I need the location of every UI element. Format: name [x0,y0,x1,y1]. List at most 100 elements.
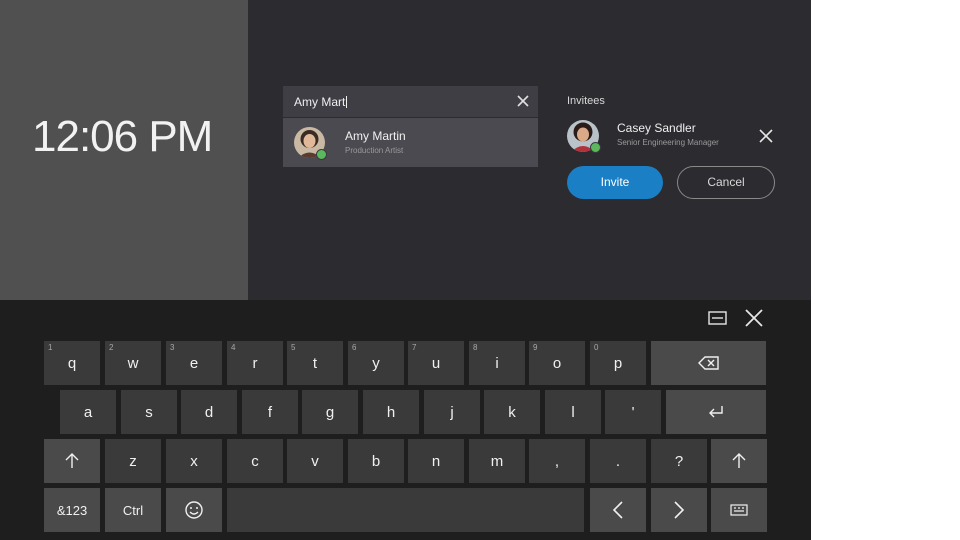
key-label: &123 [56,502,88,518]
arrow-left-icon [612,500,624,520]
result-title: Production Artist [345,146,404,155]
key-label: w [127,354,139,372]
key-label: v [311,452,319,470]
key-question[interactable]: ? [651,439,707,483]
key-hint: 4 [231,343,236,352]
dock-keyboard-icon[interactable] [706,308,730,328]
key-label: q [67,354,77,372]
shift-key-left[interactable] [44,439,100,483]
key-hint: 9 [533,343,538,352]
key-label: t [312,354,318,372]
numbers-key[interactable]: &123 [44,488,100,532]
cancel-button[interactable]: Cancel [677,166,775,199]
key-y[interactable]: 6y [348,341,404,385]
result-name: Amy Martin [345,129,406,143]
key-label: ' [631,403,635,421]
key-apostrophe[interactable]: ' [605,390,661,434]
key-o[interactable]: 9o [529,341,585,385]
arrow-right-icon [673,500,685,520]
key-j[interactable]: j [424,390,480,434]
key-hint: 8 [473,343,478,352]
search-query[interactable]: Amy Mart [294,95,348,109]
key-hint: 0 [594,343,599,352]
key-r[interactable]: 4r [227,341,283,385]
key-label: o [552,354,562,372]
key-label: m [490,452,504,470]
key-f[interactable]: f [242,390,298,434]
arrow-right-key[interactable] [651,488,707,532]
close-keyboard-icon[interactable] [743,307,765,329]
key-u[interactable]: 7u [408,341,464,385]
search-result-item[interactable]: Amy Martin Production Artist [283,118,538,167]
key-h[interactable]: h [363,390,419,434]
key-z[interactable]: z [105,439,161,483]
key-b[interactable]: b [348,439,404,483]
key-q[interactable]: 1q [44,341,100,385]
key-label: , [554,452,560,470]
invitees-heading: Invitees [567,95,605,107]
backspace-key[interactable] [651,341,766,385]
shift-icon [65,453,79,469]
key-p[interactable]: 0p [590,341,646,385]
key-d[interactable]: d [181,390,237,434]
key-v[interactable]: v [287,439,343,483]
key-c[interactable]: c [227,439,283,483]
key-hint: 6 [352,343,357,352]
remove-invitee-close-icon[interactable] [757,127,775,145]
key-label: j [450,403,454,421]
clock-time: 12:06 PM [32,112,213,161]
key-label: b [371,452,381,470]
clear-icon[interactable] [514,92,532,110]
key-g[interactable]: g [302,390,358,434]
arrow-left-key[interactable] [590,488,646,532]
invite-button[interactable]: Invite [567,166,663,199]
ctrl-key[interactable]: Ctrl [105,488,161,532]
key-w[interactable]: 2w [105,341,161,385]
key-label: e [189,354,199,372]
enter-key[interactable] [666,390,766,434]
key-k[interactable]: k [484,390,540,434]
key-l[interactable]: l [545,390,601,434]
meeting-room-screen: 12:06 PM Amy Mart Amy Martin Production … [0,0,811,540]
key-hint: 2 [109,343,114,352]
key-comma[interactable]: , [529,439,585,483]
key-label: c [251,452,259,470]
key-label: d [204,403,214,421]
key-t[interactable]: 5t [287,341,343,385]
key-label: l [571,403,575,421]
keyboard-layout-key[interactable] [711,488,767,532]
search-input[interactable]: Amy Mart [283,86,538,117]
emoji-key[interactable] [166,488,222,532]
space-key[interactable] [227,488,584,532]
key-period[interactable]: . [590,439,646,483]
key-m[interactable]: m [469,439,525,483]
presence-indicator [590,142,601,153]
key-hint: 7 [412,343,417,352]
key-label: f [267,403,273,421]
key-label: a [83,403,93,421]
key-label: z [129,452,137,470]
key-label: k [508,403,516,421]
key-label: h [386,403,396,421]
keyboard-icon [730,504,748,516]
key-x[interactable]: x [166,439,222,483]
key-hint: 1 [48,343,53,352]
clock-panel: 12:06 PM [0,0,248,300]
text-caret [346,96,348,108]
presence-indicator [316,149,327,160]
key-n[interactable]: n [408,439,464,483]
key-label: r [252,354,258,372]
key-label: g [325,403,335,421]
shift-key-right[interactable] [711,439,767,483]
invitee-name: Casey Sandler [617,121,696,135]
key-i[interactable]: 8i [469,341,525,385]
key-hint: 3 [170,343,175,352]
key-a[interactable]: a [60,390,116,434]
key-label: ? [674,452,684,470]
key-s[interactable]: s [121,390,177,434]
key-label: p [613,354,623,372]
invitee-title: Senior Engineering Manager [617,138,719,147]
touch-keyboard: 1q 2w 3e 4r 5t 6y 7u 8i 9o 0p a s d f g … [0,300,811,540]
key-e[interactable]: 3e [166,341,222,385]
enter-icon [707,404,725,420]
